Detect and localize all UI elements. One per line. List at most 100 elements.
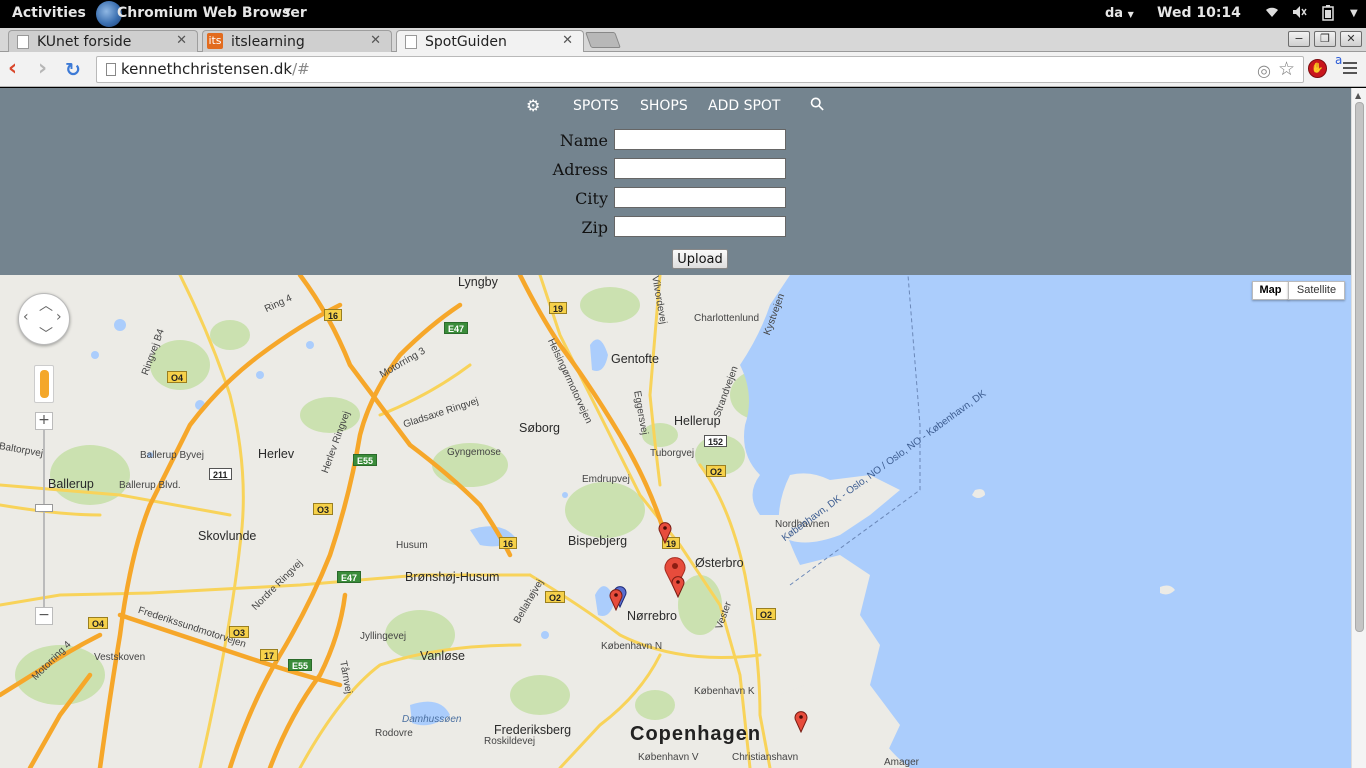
road-shield: O2	[706, 465, 727, 477]
maximize-button[interactable]: ❐	[1314, 31, 1336, 47]
map-label-vestskoven: Vestskoven	[94, 652, 146, 663]
pan-up-icon[interactable]: ︿	[39, 295, 53, 315]
name-input[interactable]	[614, 129, 786, 150]
map-marker[interactable]	[609, 589, 623, 611]
road-shield: E47	[444, 322, 469, 334]
pan-down-icon[interactable]: ﹀	[39, 324, 53, 344]
zoom-slider-knob[interactable]	[35, 504, 53, 512]
pan-left-icon[interactable]: ‹	[23, 309, 29, 325]
road-shield: O2	[756, 608, 777, 620]
map-type-satellite-button[interactable]: Satellite	[1288, 281, 1345, 300]
pan-right-icon[interactable]: ›	[56, 309, 62, 325]
road-label-roskildevej: Roskildevej	[484, 736, 536, 747]
back-button[interactable]: ‹	[8, 58, 17, 80]
forward-button[interactable]: ›	[38, 58, 47, 80]
map-label-skovlunde: Skovlunde	[198, 529, 257, 543]
clock[interactable]: Wed 10:14	[1157, 5, 1241, 21]
close-tab-icon[interactable]: ✕	[370, 33, 381, 48]
road-shield: 19	[549, 302, 568, 314]
system-menu-icon[interactable]: ▼	[1350, 8, 1358, 19]
adblock-extension-icon[interactable]: ✋	[1308, 59, 1327, 78]
scroll-up-icon[interactable]: ▲	[1355, 91, 1361, 100]
road-label-emdrupvej: Emdrupvej	[582, 474, 630, 485]
tab-spotguiden[interactable]: SpotGuiden ✕	[396, 30, 584, 53]
road-shield: 17	[260, 649, 279, 661]
road-label-ballerup-blvd: Ballerup Blvd.	[119, 480, 181, 491]
search-icon[interactable]: ⚲	[806, 92, 830, 116]
adress-label: Adress	[552, 160, 608, 179]
zip-label: Zip	[581, 218, 608, 237]
minimize-button[interactable]: −	[1288, 31, 1310, 47]
url-text: kennethchristensen.dk/#	[121, 60, 310, 78]
tab-itslearning[interactable]: its itslearning ✕	[202, 30, 392, 52]
bookmark-star-icon[interactable]: ☆	[1278, 58, 1295, 80]
field-row-zip: Zip	[0, 216, 1351, 238]
road-shield: 211	[209, 468, 232, 480]
zoom-slider-track[interactable]	[43, 425, 45, 615]
language-selector[interactable]: da ▼	[1105, 6, 1134, 21]
field-row-adress: Adress	[0, 158, 1351, 180]
nav-add-spot[interactable]: ADD SPOT	[708, 98, 781, 114]
map-label-gyngemose: Gyngemose	[447, 447, 501, 458]
address-bar[interactable]: kennethchristensen.dk/# ◎ ☆	[96, 56, 1304, 83]
browser-menu-icon[interactable]	[1343, 62, 1357, 77]
web-page: ⚙ SPOTS SHOPS ADD SPOT ⚲ Name Adress Cit…	[0, 88, 1351, 768]
city-input[interactable]	[614, 187, 786, 208]
app-name: Chromium Web Browser	[117, 5, 307, 21]
nav-spots[interactable]: SPOTS	[573, 98, 619, 114]
volume-icon[interactable]	[1292, 5, 1308, 23]
map-marker[interactable]	[658, 522, 672, 544]
road-shield: 152	[704, 435, 728, 447]
new-tab-button[interactable]	[585, 32, 621, 48]
city-label: City	[575, 189, 608, 208]
dropdown-arrow-icon: ▼	[1127, 10, 1134, 19]
zip-input[interactable]	[614, 216, 786, 237]
map-type-map-button[interactable]: Map	[1252, 281, 1289, 300]
activities-button[interactable]: Activities	[12, 5, 86, 21]
road-shield: O4	[88, 617, 109, 629]
road-shield: E47	[337, 571, 362, 583]
battery-icon[interactable]	[1322, 5, 1334, 25]
tab-kunet[interactable]: KUnet forside ✕	[8, 30, 198, 52]
close-tab-icon[interactable]: ✕	[176, 33, 187, 48]
close-window-button[interactable]: ✕	[1340, 31, 1362, 47]
street-view-pegman-icon[interactable]	[34, 365, 54, 403]
field-row-name: Name	[0, 129, 1351, 151]
map-label-herlev: Herlev	[258, 447, 295, 461]
scrollbar-thumb[interactable]	[1355, 102, 1364, 632]
map-label-ballerup: Ballerup	[48, 477, 94, 491]
url-host: kennethchristensen.dk	[121, 60, 293, 78]
road-shield: 16	[324, 309, 343, 321]
tab-strip: KUnet forside ✕ its itslearning ✕ SpotGu…	[0, 28, 1366, 53]
itslearning-icon: its	[207, 33, 223, 49]
road-shield: O3	[313, 503, 334, 515]
page-scrollbar[interactable]: ▲	[1351, 88, 1366, 768]
map-label-norrebro: Nørrebro	[627, 609, 678, 623]
map-label-charlottenlund: Charlottenlund	[694, 313, 760, 324]
system-top-bar: Activities Chromium Web Browser ▼ da ▼ W…	[0, 0, 1366, 28]
gear-icon[interactable]: ⚙	[526, 96, 540, 115]
location-icon[interactable]: ◎	[1257, 61, 1271, 80]
google-map[interactable]: Copenhagen Frederiksberg Nørrebro Østerb…	[0, 275, 1351, 768]
wifi-icon[interactable]	[1265, 5, 1279, 23]
close-tab-icon[interactable]: ✕	[562, 33, 573, 48]
zoom-in-button[interactable]: +	[35, 412, 53, 430]
road-shield: E55	[288, 659, 313, 671]
road-label-tuborgvej: Tuborgvej	[650, 448, 695, 459]
extension-a-icon[interactable]: a	[1335, 53, 1342, 67]
map-marker[interactable]	[794, 711, 808, 733]
upload-button[interactable]: Upload	[672, 249, 728, 269]
map-label-soborg: Søborg	[519, 421, 560, 435]
zoom-out-button[interactable]: −	[35, 607, 53, 625]
language-label: da	[1105, 6, 1124, 21]
pan-control[interactable]: ︿ ﹀ ‹ ›	[18, 293, 70, 345]
nav-shops[interactable]: SHOPS	[640, 98, 688, 114]
dropdown-arrow-icon: ▼	[284, 7, 291, 17]
browser-toolbar: ‹ › ↻ kennethchristensen.dk/# ◎ ☆	[0, 52, 1366, 87]
reload-button[interactable]: ↻	[65, 59, 81, 81]
map-label-bronshoj: Brønshøj-Husum	[405, 570, 500, 584]
map-marker[interactable]	[671, 576, 685, 598]
map-label-bispebjerg: Bispebjerg	[568, 534, 628, 548]
road-label-jyllingevej: Jyllingevej	[360, 631, 407, 642]
adress-input[interactable]	[614, 158, 786, 179]
